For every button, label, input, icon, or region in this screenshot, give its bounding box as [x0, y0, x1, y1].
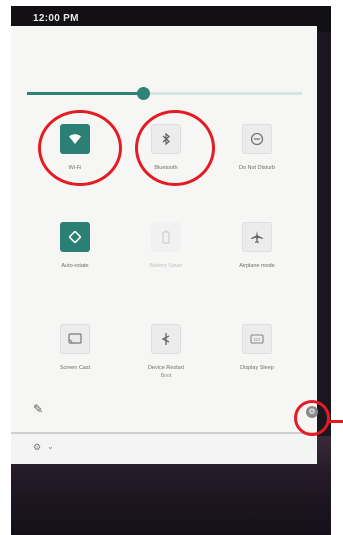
- settings-button[interactable]: ⚙: [306, 406, 318, 418]
- tile-airplane-mode[interactable]: Airplane mode: [209, 222, 305, 312]
- brightness-thumb[interactable]: [136, 87, 150, 100]
- tile-device-restart[interactable]: Device Restart Boot: [118, 324, 214, 414]
- highlight-pointer-line: [328, 420, 343, 423]
- tile-label: Do Not Disturb: [238, 165, 276, 171]
- quick-settings-panel: Wi-Fi Bluetooth Do Not Disturb Auto-rota…: [11, 26, 318, 434]
- tile-do-not-disturb[interactable]: Do Not Disturb: [209, 124, 305, 214]
- chevron-down-icon: ⌄: [47, 442, 54, 451]
- restart-icon: [151, 324, 181, 354]
- tile-battery-saver[interactable]: Battery Saver: [118, 222, 214, 312]
- pencil-icon: ✎: [33, 402, 44, 416]
- brightness-slider[interactable]: [27, 87, 302, 100]
- tile-label: Auto-rotate: [61, 263, 89, 269]
- status-time: 12:00 PM: [33, 13, 79, 24]
- tile-label: Bluetooth: [154, 165, 178, 171]
- do-not-disturb-icon: [242, 124, 272, 154]
- tile-label: Screen Cast: [59, 365, 91, 371]
- tile-label: Wi-Fi: [68, 165, 82, 171]
- tile-label: Airplane mode: [239, 263, 275, 269]
- wifi-icon: [60, 124, 90, 154]
- screen-cast-icon: [60, 324, 90, 354]
- brightness-fill: [27, 92, 143, 95]
- battery-saver-icon: [151, 222, 181, 252]
- notification-bar[interactable]: ⚙ ⌄: [11, 434, 317, 464]
- display-sleep-icon: zzz: [242, 324, 272, 354]
- auto-rotate-icon: [60, 222, 90, 252]
- tile-sublabel: Boot: [160, 373, 172, 379]
- svg-text:zzz: zzz: [254, 337, 262, 342]
- tile-bluetooth[interactable]: Bluetooth: [118, 124, 214, 214]
- airplane-icon: [242, 222, 272, 252]
- tile-screen-cast[interactable]: Screen Cast: [27, 324, 123, 414]
- gear-icon: ⚙: [33, 442, 42, 452]
- tile-display-sleep[interactable]: zzz Display Sleep: [209, 324, 305, 414]
- gear-icon: ⚙: [308, 407, 316, 416]
- edit-tiles-button[interactable]: ✎: [33, 402, 49, 418]
- tile-label: Device Restart: [147, 365, 185, 371]
- bluetooth-icon: [151, 124, 181, 154]
- tile-label: Battery Saver: [149, 263, 183, 269]
- tile-auto-rotate[interactable]: Auto-rotate: [27, 222, 123, 312]
- tile-label: Display Sleep: [240, 365, 274, 371]
- tile-wifi[interactable]: Wi-Fi: [27, 124, 123, 214]
